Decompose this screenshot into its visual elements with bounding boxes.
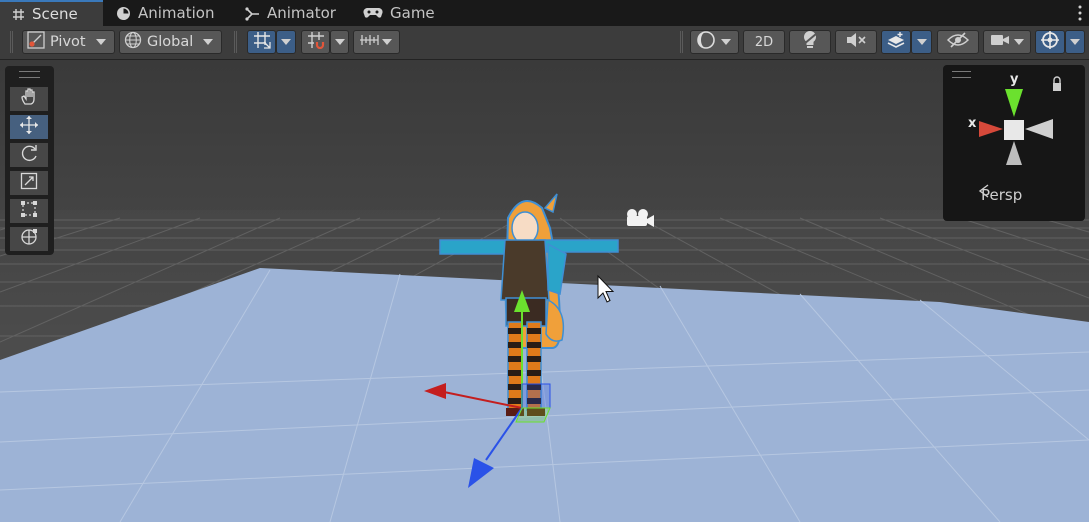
toolbar-grip[interactable] [234,31,237,53]
hidden-objects-toggle-button[interactable] [937,30,979,54]
rect-transform-icon [20,200,38,222]
pivot-dropdown[interactable]: Pivot [22,30,115,54]
effects-layers-icon [886,31,906,53]
hash-icon [12,8,25,21]
more-options-icon[interactable] [1077,3,1083,23]
grid-snap-icon [253,31,271,53]
y-axis-cone[interactable] [1005,89,1023,117]
chevron-down-icon [281,39,291,45]
chevron-down-icon [203,39,213,45]
neg-x-axis-cone[interactable] [1025,119,1053,139]
tab-scene[interactable]: Scene [0,0,103,26]
chevron-down-icon [334,39,345,45]
tab-animator[interactable]: Animator [245,0,336,26]
eye-slash-icon [946,32,970,52]
grid-snapping-button[interactable] [247,30,276,54]
draw-mode-dropdown[interactable] [690,30,739,54]
projection-label[interactable]: Persp [981,186,1022,204]
rect-tool-button[interactable] [9,198,49,224]
move-tool-button[interactable] [9,114,49,140]
transform-tool-button[interactable] [9,226,49,252]
scene-toolbar: Pivot Global 2D [0,26,1089,60]
grid-ruler-icon [359,32,379,52]
xy-plane-handle[interactable] [521,383,551,409]
mode-2d-label: 2D [754,34,774,50]
scale-icon [20,172,38,194]
gizmos-dropdown[interactable] [1065,30,1085,54]
grid-visibility-dropdown[interactable] [353,30,400,54]
hand-icon [20,88,38,110]
chevron-down-icon [96,39,106,45]
lock-icon[interactable] [1053,83,1061,91]
hand-tool-button[interactable] [9,86,49,112]
gamepad-icon [363,7,383,19]
rotate-icon [19,143,39,167]
tab-label: Animation [138,4,215,22]
toolbar-grip[interactable] [680,31,683,53]
gizmos-toggle-button[interactable] [1035,30,1065,54]
global-dropdown[interactable]: Global [119,30,222,54]
pivot-icon [27,31,45,53]
x-axis-label: x [968,116,977,131]
globe-icon [124,31,142,53]
effects-toggle-button[interactable] [881,30,911,54]
incremental-snap-dropdown[interactable] [330,30,349,54]
chevron-down-icon [721,39,731,45]
neg-y-axis-cone[interactable] [1006,141,1022,165]
center-cube[interactable] [1004,120,1024,140]
lightbulb-icon [802,30,818,54]
x-axis-cone[interactable] [979,121,1003,137]
incremental-snap-button[interactable] [301,30,330,54]
move-arrows-icon [19,115,39,139]
global-label: Global [147,34,194,50]
scale-tool-button[interactable] [9,170,49,196]
chevron-down-icon [1070,39,1080,45]
chevron-down-icon [382,39,392,45]
tab-label: Animator [267,4,336,22]
tab-bar: Scene Animation Animator Game [0,0,1089,26]
tools-overlay [5,66,54,255]
effects-dropdown[interactable] [911,30,932,54]
rotate-tool-button[interactable] [9,142,49,168]
toggle-2d-button[interactable]: 2D [743,30,785,54]
gizmo-crosshair-icon [1040,30,1060,54]
camera-icon [990,33,1010,51]
shading-sphere-icon [696,30,716,54]
tab-animation[interactable]: Animation [116,0,214,26]
tab-label: Scene [32,5,78,23]
chevron-down-icon [916,39,927,45]
tab-label: Game [390,4,435,22]
grid-snapping-dropdown[interactable] [276,30,296,54]
toolbar-grip[interactable] [10,31,13,53]
y-axis-label: y [1010,72,1019,87]
camera-settings-dropdown[interactable] [983,30,1031,54]
snap-magnet-icon [307,31,325,53]
tab-game[interactable]: Game [363,0,435,26]
scene-viewport[interactable] [0,60,1089,522]
transform-combo-icon [19,227,39,251]
xz-plane-handle[interactable] [515,407,551,423]
scene-canvas[interactable] [0,60,1089,522]
animator-icon [245,6,260,21]
speaker-muted-icon [846,32,866,52]
chevron-down-icon [1014,39,1024,45]
pivot-label: Pivot [50,34,86,50]
clock-icon [116,6,131,21]
audio-toggle-button[interactable] [835,30,877,54]
panel-grip[interactable] [19,71,40,78]
lighting-toggle-button[interactable] [789,30,831,54]
